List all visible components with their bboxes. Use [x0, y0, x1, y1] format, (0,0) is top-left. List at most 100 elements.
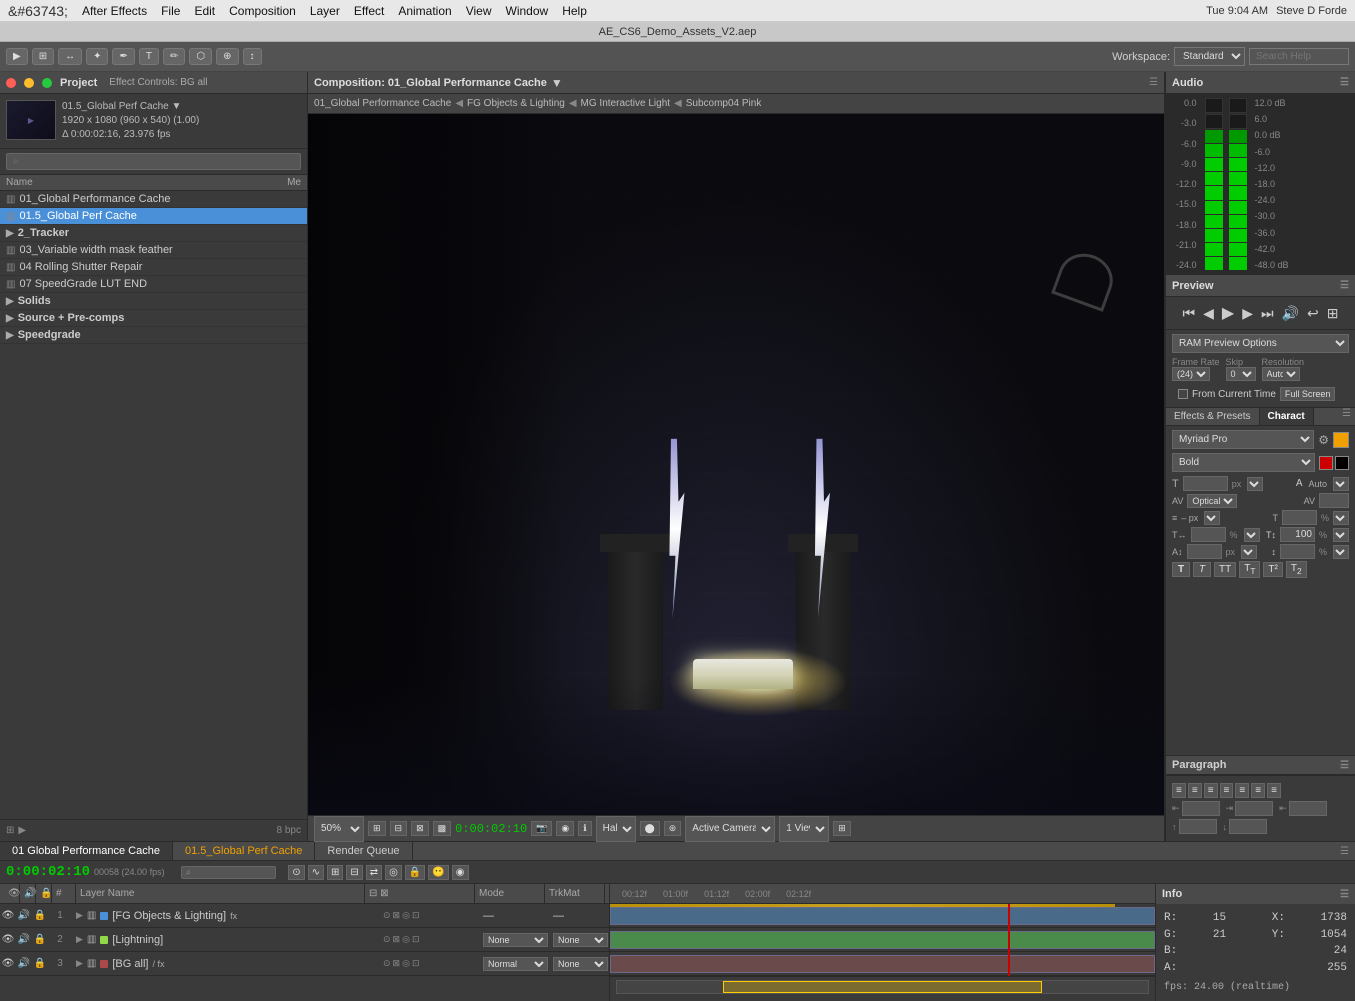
menu-layer[interactable]: Layer — [310, 4, 340, 18]
toolbar-btn-7[interactable]: ✏ — [163, 48, 185, 65]
italic-style-btn[interactable]: T — [1193, 562, 1211, 577]
current-time-indicator[interactable] — [1008, 904, 1010, 976]
layer-name-text[interactable]: [FG Objects & Lighting] — [112, 910, 226, 922]
menu-edit[interactable]: Edit — [194, 4, 215, 18]
jkl-button[interactable]: ⊞ — [1325, 303, 1341, 324]
vert-scale-input[interactable] — [1280, 527, 1315, 542]
window-min-button[interactable] — [24, 78, 34, 88]
view-layout-btn[interactable]: ⊞ — [833, 821, 851, 836]
breadcrumb-item-1[interactable]: 01_Global Performance Cache — [314, 98, 451, 109]
list-item[interactable]: ▶ 2_Tracker — [0, 225, 307, 242]
align-right-btn[interactable]: ≡ — [1204, 783, 1218, 798]
view-select[interactable]: 1 View — [779, 816, 829, 842]
toolbar-btn-3[interactable]: ↔ — [58, 48, 82, 65]
list-item[interactable]: ▥ 04 Rolling Shutter Repair — [0, 259, 307, 276]
layer-lock-toggle[interactable]: 🔒 — [32, 934, 48, 945]
project-search-input[interactable] — [6, 153, 301, 170]
font-size-input[interactable]: 249 px — [1183, 476, 1228, 491]
list-item[interactable]: ▥ 07 SpeedGrade LUT END — [0, 276, 307, 293]
indent-first-input[interactable]: 0 px — [1289, 801, 1327, 816]
para-menu-icon[interactable]: ☰ — [1340, 760, 1349, 771]
menu-file[interactable]: File — [161, 4, 180, 18]
leading-pct-select[interactable]: ▼ — [1333, 511, 1349, 525]
indent-right-input[interactable]: 0 px — [1235, 801, 1273, 816]
last-frame-button[interactable]: ⏭ — [1259, 303, 1276, 324]
baseline-input[interactable]: 0 px — [1187, 544, 1222, 559]
menu-after-effects[interactable]: After Effects — [82, 4, 147, 18]
size-unit-select[interactable]: ▼ — [1247, 477, 1263, 491]
mode-select[interactable]: None — [483, 933, 548, 947]
list-item[interactable]: ▥ 01_Global Performance Cache — [0, 191, 307, 208]
first-frame-button[interactable]: ⏮ — [1181, 303, 1198, 324]
switch-2[interactable]: ⊠ — [393, 910, 401, 921]
frame-rate-select[interactable]: (24) — [1172, 367, 1210, 381]
skip-select[interactable]: 0 — [1226, 367, 1256, 381]
font-family-select[interactable]: Myriad Pro — [1172, 430, 1314, 449]
menu-effect[interactable]: Effect — [354, 4, 384, 18]
camera-select[interactable]: Active Camera — [685, 816, 775, 842]
channels-btn[interactable]: ⬤ — [640, 821, 660, 836]
tab-comp1[interactable]: 01 Global Performance Cache — [0, 842, 173, 860]
tsumi-input[interactable]: 0% — [1280, 544, 1315, 559]
superscript-btn[interactable]: T² — [1263, 562, 1282, 577]
timeline-shy-btn[interactable]: 😶 — [428, 865, 448, 880]
menu-animation[interactable]: Animation — [398, 4, 451, 18]
timeline-current-time[interactable]: 0:00:02:10 — [6, 864, 90, 880]
align-center-btn[interactable]: ≡ — [1188, 783, 1202, 798]
workspace-select[interactable]: Standard — [1174, 47, 1245, 66]
switch-4[interactable]: ⊡ — [412, 958, 420, 969]
from-current-time-checkbox[interactable] — [1178, 389, 1188, 399]
regions-btn[interactable]: ⊠ — [411, 821, 429, 836]
next-frame-button[interactable]: ▶ — [1240, 303, 1255, 324]
baseline-unit-select[interactable]: ▼ — [1241, 545, 1257, 559]
timeline-roto-btn[interactable]: ◎ — [385, 865, 402, 880]
layer-audio-toggle[interactable]: 🔊 — [16, 934, 32, 945]
switch-3[interactable]: ◎ — [402, 910, 410, 921]
current-time-display[interactable]: 0:00:02:10 — [455, 822, 527, 836]
fit-to-comp-btn[interactable]: ⊞ — [368, 821, 386, 836]
subscript-btn[interactable]: T2 — [1286, 561, 1307, 578]
timeline-search-input[interactable] — [195, 867, 275, 878]
zoom-select[interactable]: 50% — [314, 816, 364, 842]
tab-render-queue[interactable]: Render Queue — [315, 842, 412, 860]
effects-menu-icon[interactable]: ☰ — [1338, 408, 1355, 425]
timeline-menu-icon[interactable]: ☰ — [1340, 846, 1349, 857]
layer-track-2[interactable] — [610, 931, 1155, 949]
mat-select[interactable]: None — [553, 933, 608, 947]
switch-3[interactable]: ◎ — [402, 934, 410, 945]
switch-4[interactable]: ⊡ — [412, 910, 420, 921]
menu-help[interactable]: Help — [562, 4, 587, 18]
list-item[interactable]: ▥ 03_Variable width mask feather — [0, 242, 307, 259]
layer-track-1[interactable] — [610, 907, 1155, 925]
horiz-pct-select[interactable]: ▼ — [1244, 528, 1260, 542]
info-menu-icon[interactable]: ☰ — [1340, 889, 1349, 900]
window-max-button[interactable] — [42, 78, 52, 88]
switch-1[interactable]: ⊙ — [383, 934, 391, 945]
space-after-input[interactable]: 0 px — [1229, 819, 1267, 834]
bold-style-btn[interactable]: T — [1172, 562, 1190, 577]
menu-composition[interactable]: Composition — [229, 4, 296, 18]
toolbar-btn-5[interactable]: ✒ — [112, 48, 134, 65]
info-toggle-btn[interactable]: ℹ — [578, 821, 591, 836]
window-close-button[interactable] — [6, 78, 16, 88]
resolution-select[interactable]: Auto — [1262, 367, 1300, 381]
ram-preview-select[interactable]: RAM Preview Options — [1172, 334, 1349, 353]
timeline-solo-btn[interactable]: ⊙ — [288, 865, 304, 880]
vert-pct-select[interactable]: ▼ — [1333, 528, 1349, 542]
switch-2[interactable]: ⊠ — [393, 934, 401, 945]
timeline-graph-btn[interactable]: ∿ — [308, 865, 324, 880]
font-settings-icon[interactable]: ⚙ — [1318, 433, 1329, 447]
list-item[interactable]: ▶ Solids — [0, 293, 307, 310]
comp-dropdown-icon[interactable]: ▼ — [551, 76, 563, 90]
toolbar-btn-6[interactable]: T — [139, 48, 159, 65]
comp-menu-icon[interactable]: ☰ — [1149, 77, 1158, 88]
auto-select[interactable]: ▼ — [1333, 477, 1349, 491]
indent-left-input[interactable]: 0 px — [1182, 801, 1220, 816]
kerning-type-select[interactable]: Optical — [1187, 494, 1237, 508]
timeline-switches-btn[interactable]: ⊟ — [346, 865, 362, 880]
space-before-input[interactable]: 0 px — [1179, 819, 1217, 834]
switch-4[interactable]: ⊡ — [412, 934, 420, 945]
mat-select[interactable]: None — [553, 957, 608, 971]
menu-view[interactable]: View — [466, 4, 492, 18]
layer-expand-icon[interactable]: ▶ — [76, 934, 83, 945]
